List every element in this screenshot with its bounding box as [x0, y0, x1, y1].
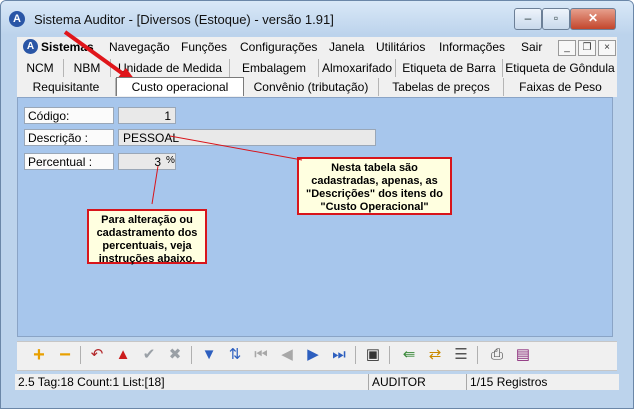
menu-utilitarios[interactable]: Utilitários	[376, 40, 425, 54]
report-icon[interactable]: ▤	[513, 345, 533, 365]
last-record-icon[interactable]: ⏭	[329, 345, 349, 365]
app-window: A Sistema Auditor - [Diversos (Estoque) …	[0, 0, 634, 409]
toolbar-separator	[80, 346, 81, 364]
tab-tabelas-precos[interactable]: Tabelas de preços	[379, 78, 504, 96]
menu-configuracoes[interactable]: Configurações	[240, 40, 317, 54]
system-menu-icon[interactable]: A	[23, 39, 38, 54]
status-info: 2.5 Tag:18 Count:1 List:[18]	[15, 374, 369, 390]
minimize-button[interactable]: –	[514, 8, 542, 30]
toolbar-separator	[355, 346, 356, 364]
toolbar-separator	[477, 346, 478, 364]
tab-unidade-medida[interactable]: Unidade de Medida	[111, 59, 230, 77]
status-bar: 2.5 Tag:18 Count:1 List:[18] AUDITOR 1/1…	[15, 374, 619, 390]
menu-informacoes[interactable]: Informações	[439, 40, 505, 54]
tab-almoxarifado[interactable]: Almoxarifado	[319, 59, 396, 77]
confirm-check-icon[interactable]: ✔	[139, 345, 159, 365]
form-panel: Código: 1 Descrição : PESSOAL Percentual…	[17, 97, 613, 337]
app-logo-icon: A	[9, 11, 25, 27]
descricao-callout: Nesta tabela são cadastradas, apenas, as…	[297, 157, 452, 215]
descricao-label: Descrição :	[24, 129, 114, 146]
tab-custo-operacional[interactable]: Custo operacional	[116, 77, 244, 96]
menu-sistemas[interactable]: Sistemas	[41, 40, 94, 54]
undo-icon[interactable]: ↶	[87, 345, 107, 365]
menu-funcoes[interactable]: Funções	[181, 40, 227, 54]
tab-nbm[interactable]: NBM	[64, 59, 111, 77]
toolbar-separator	[389, 346, 390, 364]
sort-icon[interactable]: ⇅	[225, 345, 245, 365]
window-title: Sistema Auditor - [Diversos (Estoque) - …	[34, 12, 334, 27]
print-icon[interactable]: ⎙	[487, 345, 507, 365]
close-button[interactable]: ✕	[570, 8, 616, 30]
menu-sair[interactable]: Sair	[521, 40, 542, 54]
warning-triangle-icon[interactable]: ▲	[113, 345, 133, 365]
tab-faixas-peso[interactable]: Faixas de Peso	[504, 78, 617, 96]
percentual-callout: Para alteração ou cadastramento dos perc…	[87, 209, 207, 265]
mdi-close-button[interactable]: ×	[598, 40, 616, 56]
add-icon[interactable]: +	[29, 345, 49, 365]
transfer-icon[interactable]: ⇄	[425, 345, 445, 365]
import-icon[interactable]: ⇚	[399, 345, 419, 365]
window-icon[interactable]: ▣	[363, 345, 383, 365]
descricao-field[interactable]: PESSOAL	[118, 129, 376, 146]
first-record-icon[interactable]: ⏮	[251, 345, 271, 365]
status-user: AUDITOR	[369, 374, 467, 390]
percent-suffix: %	[166, 155, 175, 166]
status-records: 1/15 Registros	[470, 375, 548, 389]
list-edit-icon[interactable]: ☰	[451, 345, 471, 365]
title-bar[interactable]: A Sistema Auditor - [Diversos (Estoque) …	[1, 1, 633, 35]
toolbar-separator	[191, 346, 192, 364]
tab-strip: NCM NBM Unidade de Medida Embalagem Almo…	[17, 57, 617, 97]
previous-record-icon[interactable]: ◀	[277, 345, 297, 365]
menu-janela[interactable]: Janela	[329, 40, 364, 54]
toolbar: + − ↶ ▲ ✔ ✖ ▼ ⇅ ⏮ ◀ ▶ ⏭ ▣ ⇚ ⇄ ☰ ⎙ ▤	[17, 341, 617, 371]
mdi-minimize-button[interactable]: _	[558, 40, 576, 56]
tab-requisitante[interactable]: Requisitante	[17, 78, 116, 96]
cancel-x-icon[interactable]: ✖	[165, 345, 185, 365]
menu-bar: A Sistemas Navegação Funções Configuraçõ…	[17, 37, 617, 58]
restore-button[interactable]: ▫	[542, 8, 570, 30]
tab-convenio-tributacao[interactable]: Convênio (tributação)	[244, 78, 379, 96]
tab-etiqueta-gondula[interactable]: Etiqueta de Gôndula	[503, 59, 617, 77]
tab-etiqueta-barra[interactable]: Etiqueta de Barra	[396, 59, 503, 77]
tab-embalagem[interactable]: Embalagem	[230, 59, 319, 77]
codigo-field[interactable]: 1	[118, 107, 176, 124]
menu-navegacao[interactable]: Navegação	[109, 40, 170, 54]
filter-icon[interactable]: ▼	[199, 345, 219, 365]
percentual-label: Percentual :	[24, 153, 114, 170]
tab-ncm[interactable]: NCM	[17, 59, 64, 77]
codigo-label: Código:	[24, 107, 114, 124]
mdi-restore-button[interactable]: ❐	[578, 40, 596, 56]
next-record-icon[interactable]: ▶	[303, 345, 323, 365]
remove-icon[interactable]: −	[55, 345, 75, 365]
